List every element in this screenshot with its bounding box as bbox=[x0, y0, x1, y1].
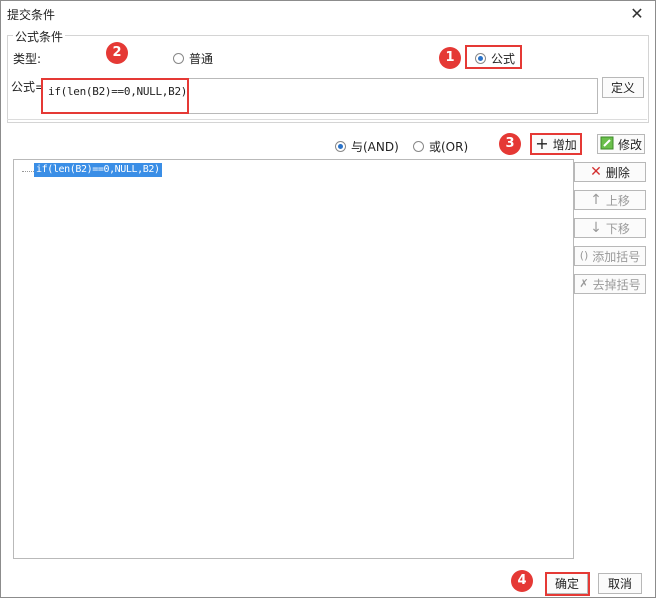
radio-normal-label: 普通 bbox=[189, 52, 214, 66]
modify-button[interactable]: 修改 bbox=[597, 134, 645, 154]
radio-formula[interactable]: 公式 bbox=[475, 50, 515, 67]
modify-button-label: 修改 bbox=[617, 137, 642, 152]
plus-icon: + bbox=[535, 134, 549, 153]
arrow-down-icon: ↓ bbox=[590, 220, 602, 236]
radio-and-label: 与(AND) bbox=[351, 140, 399, 154]
radio-or-label: 或(OR) bbox=[429, 140, 469, 154]
radio-and-icon bbox=[335, 141, 346, 152]
move-up-button[interactable]: ↑ 上移 bbox=[574, 190, 646, 210]
add-button[interactable]: + 增加 bbox=[531, 134, 581, 154]
formula-label: 公式= bbox=[11, 80, 46, 94]
annotation-badge-4: 4 bbox=[511, 570, 533, 592]
tree-connector bbox=[22, 171, 34, 172]
radio-formula-label: 公式 bbox=[491, 52, 516, 66]
ok-button-label: 确定 bbox=[554, 577, 579, 591]
add-button-label: 增加 bbox=[552, 137, 577, 152]
annotation-badge-2: 2 bbox=[106, 42, 128, 64]
radio-normal-icon bbox=[173, 53, 184, 64]
radio-formula-icon bbox=[475, 53, 486, 64]
close-icon[interactable]: ✕ bbox=[627, 4, 647, 24]
condition-list[interactable]: if(len(B2)==0,NULL,B2) bbox=[13, 159, 574, 559]
title-bar: 提交条件 ✕ bbox=[1, 1, 655, 27]
annotation-badge-3: 3 bbox=[499, 133, 521, 155]
remove-bracket-icon: ✗ bbox=[579, 277, 589, 290]
cancel-button[interactable]: 取消 bbox=[598, 573, 642, 594]
radio-normal[interactable]: 普通 bbox=[173, 50, 213, 67]
ok-button[interactable]: 确定 bbox=[546, 573, 588, 594]
radio-or[interactable]: 或(OR) bbox=[413, 138, 468, 155]
edit-icon bbox=[600, 136, 614, 153]
define-button-label: 定义 bbox=[610, 81, 635, 95]
dialog-title: 提交条件 bbox=[7, 8, 56, 22]
bracket-icon: () bbox=[579, 249, 589, 262]
remove-bracket-button[interactable]: ✗ 去掉括号 bbox=[574, 274, 646, 294]
arrow-up-icon: ↑ bbox=[590, 192, 602, 208]
delete-button-label: 删除 bbox=[605, 165, 630, 180]
move-down-button-label: 下移 bbox=[605, 221, 630, 236]
add-bracket-button[interactable]: () 添加括号 bbox=[574, 246, 646, 266]
define-button[interactable]: 定义 bbox=[602, 77, 644, 98]
add-bracket-button-label: 添加括号 bbox=[592, 249, 641, 264]
move-up-button-label: 上移 bbox=[605, 193, 630, 208]
formula-input[interactable]: if(len(B2)==0,NULL,B2) bbox=[41, 78, 598, 114]
delete-button[interactable]: ✕ 删除 bbox=[574, 162, 646, 182]
condition-item[interactable]: if(len(B2)==0,NULL,B2) bbox=[34, 163, 162, 177]
divider bbox=[7, 119, 647, 120]
formula-value: if(len(B2)==0,NULL,B2) bbox=[48, 85, 188, 98]
delete-x-icon: ✕ bbox=[590, 164, 602, 180]
submit-condition-dialog: 提交条件 ✕ 公式条件 类型: 普通 公式 公式= if(len(B2)==0,… bbox=[0, 0, 656, 598]
cancel-button-label: 取消 bbox=[607, 577, 632, 591]
type-label: 类型: bbox=[13, 52, 42, 66]
radio-and[interactable]: 与(AND) bbox=[335, 138, 399, 155]
radio-or-icon bbox=[413, 141, 424, 152]
move-down-button[interactable]: ↓ 下移 bbox=[574, 218, 646, 238]
group-title: 公式条件 bbox=[13, 28, 66, 45]
annotation-badge-1: 1 bbox=[439, 47, 461, 69]
remove-bracket-button-label: 去掉括号 bbox=[592, 277, 641, 292]
